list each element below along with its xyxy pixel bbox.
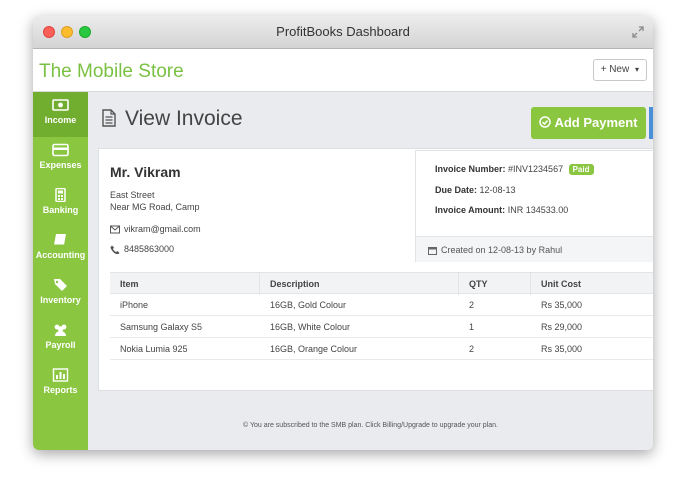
cell-description: 16GB, White Colour [270, 322, 351, 332]
sidebar-item-payroll[interactable]: Payroll [33, 317, 88, 362]
cell-item: Nokia Lumia 925 [120, 344, 188, 354]
cell-qty: 2 [469, 300, 475, 310]
sidebar-item-inventory[interactable]: Inventory [33, 272, 88, 317]
tags-icon [54, 279, 67, 291]
sidebar-item-label: Reports [43, 385, 78, 395]
table-header: Item Description QTY Unit Cost [110, 272, 653, 295]
window-title: ProfitBooks Dashboard [276, 24, 410, 39]
column-header-unit-cost: Unit Cost [541, 279, 581, 289]
cell-description: 16GB, Orange Colour [270, 344, 358, 354]
fullscreen-icon[interactable] [631, 25, 645, 39]
cell-description: 16GB, Gold Colour [270, 300, 347, 310]
new-button-label: + New [600, 64, 630, 75]
table-row: Nokia Lumia 925 16GB, Orange Colour 2 Rs… [110, 338, 653, 360]
sidebar: Income Expenses Banking Accounting Inven… [33, 92, 88, 450]
sidebar-item-reports[interactable]: Reports [33, 362, 88, 407]
app-header: The Mobile Store + New ▾ [33, 49, 653, 92]
invoice-created-footer: Created on 12-08-13 by Rahul [416, 236, 653, 262]
actions-button-edge[interactable] [649, 107, 653, 139]
cell-unit-cost: Rs 35,000 [541, 344, 583, 354]
cell-qty: 1 [469, 322, 475, 332]
add-payment-button[interactable]: Add Payment [531, 107, 646, 139]
title-bar: ProfitBooks Dashboard [33, 16, 653, 49]
column-header-description: Description [270, 279, 320, 289]
table-row: Samsung Galaxy S5 16GB, White Colour 1 R… [110, 316, 653, 338]
cell-qty: 2 [469, 344, 475, 354]
envelope-icon [110, 225, 120, 234]
app-window: ProfitBooks Dashboard The Mobile Store +… [33, 16, 653, 450]
sidebar-item-label: Expenses [39, 160, 82, 170]
company-name: The Mobile Store [39, 61, 184, 82]
customer-address-line1: East Street [110, 190, 155, 200]
invoice-card: Mr. Vikram East Street Near MG Road, Cam… [98, 148, 653, 391]
book-icon [54, 234, 66, 246]
cell-item: Samsung Galaxy S5 [120, 322, 203, 332]
calendar-icon [428, 247, 437, 255]
line-items-table: Item Description QTY Unit Cost iPhone 16… [110, 272, 653, 360]
column-header-item: Item [120, 279, 139, 289]
sidebar-item-income[interactable]: Income [33, 92, 88, 137]
column-divider [259, 273, 260, 295]
cell-unit-cost: Rs 35,000 [541, 300, 583, 310]
sidebar-item-accounting[interactable]: Accounting [33, 227, 88, 272]
due-date-row: Due Date: 12-08-13 [435, 185, 516, 195]
cell-item: iPhone [120, 300, 149, 310]
invoice-number-label: Invoice Number: [435, 164, 506, 174]
due-date: 12-08-13 [479, 185, 516, 195]
subscription-note: © You are subscribed to the SMB plan. Cl… [243, 422, 498, 429]
add-payment-label: Add Payment [554, 115, 638, 130]
invoice-number-row: Invoice Number: #INV1234567 Paid [435, 164, 594, 175]
sidebar-item-banking[interactable]: Banking [33, 182, 88, 227]
sidebar-item-label: Accounting [35, 250, 86, 260]
created-info: Created on 12-08-13 by Rahul [441, 245, 563, 255]
users-icon [54, 324, 67, 336]
sidebar-item-label: Banking [42, 205, 79, 215]
money-icon [52, 99, 69, 111]
document-icon [102, 109, 116, 127]
sidebar-item-expenses[interactable]: Expenses [33, 137, 88, 182]
sidebar-item-label: Inventory [40, 295, 81, 305]
bar-chart-icon [52, 368, 69, 382]
invoice-amount: INR 134533.00 [507, 205, 569, 215]
customer-address-line2: Near MG Road, Camp [110, 202, 200, 212]
invoice-amount-label: Invoice Amount: [435, 205, 506, 215]
main-content: View Invoice Add Payment Mr. Vikram East… [88, 92, 653, 450]
caret-down-icon: ▾ [634, 65, 639, 74]
check-circle-icon [539, 116, 552, 128]
status-badge: Paid [568, 164, 594, 175]
due-date-label: Due Date: [435, 185, 478, 195]
invoice-summary: Invoice Number: #INV1234567 Paid Due Dat… [415, 150, 653, 262]
customer-phone: 8485863000 [124, 244, 175, 254]
page-title: View Invoice [125, 107, 243, 130]
invoice-amount-row: Invoice Amount: INR 134533.00 [435, 205, 568, 215]
column-header-qty: QTY [469, 279, 488, 289]
sidebar-item-label: Income [44, 115, 77, 125]
customer-name: Mr. Vikram [110, 164, 181, 180]
column-divider [530, 273, 531, 295]
new-dropdown-button[interactable]: + New ▾ [592, 59, 647, 81]
phone-icon [110, 245, 120, 254]
calculator-icon [55, 188, 66, 202]
customer-email[interactable]: vikram@gmail.com [124, 224, 201, 234]
cell-unit-cost: Rs 29,000 [541, 322, 583, 332]
credit-card-icon [52, 143, 69, 157]
table-row: iPhone 16GB, Gold Colour 2 Rs 35,000 [110, 294, 653, 316]
sidebar-item-label: Payroll [45, 340, 76, 350]
column-divider [458, 273, 459, 295]
invoice-number: #INV1234567 [508, 164, 564, 174]
